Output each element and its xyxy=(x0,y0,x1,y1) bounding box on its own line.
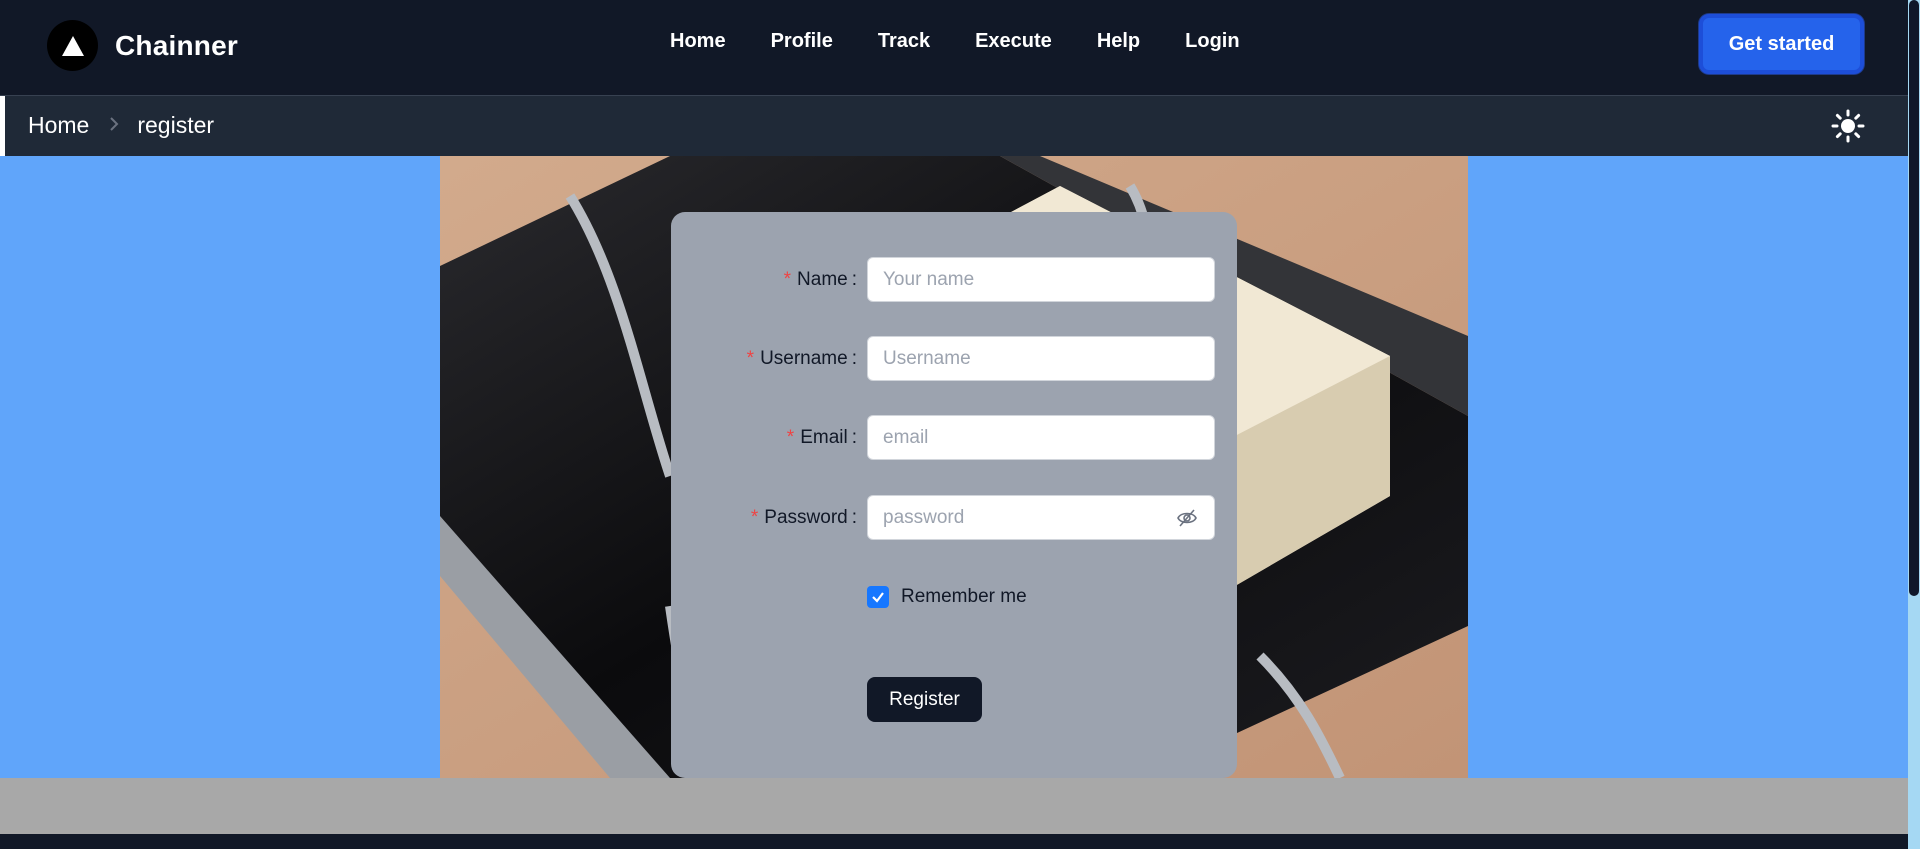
footer-spacer xyxy=(0,778,1908,834)
username-row: * Username: xyxy=(671,336,1237,381)
scrollbar-thumb[interactable] xyxy=(1909,0,1919,596)
password-input[interactable] xyxy=(867,495,1215,540)
nav-profile[interactable]: Profile xyxy=(771,30,833,53)
email-input[interactable] xyxy=(867,415,1215,460)
nav-track[interactable]: Track xyxy=(878,30,930,53)
check-icon[interactable] xyxy=(867,586,889,608)
name-label-text: Name xyxy=(797,269,848,290)
breadcrumb: Home register xyxy=(28,112,214,139)
email-label: * Email: xyxy=(786,427,857,448)
breadcrumb-home[interactable]: Home xyxy=(28,112,89,139)
email-label-text: Email xyxy=(800,427,848,448)
chevron-right-icon xyxy=(109,115,119,136)
name-label: * Name: xyxy=(783,269,857,290)
name-row: * Name: xyxy=(671,257,1237,302)
username-label-text: Username xyxy=(760,348,848,369)
name-input[interactable] xyxy=(867,257,1215,302)
password-label: * Password: xyxy=(750,507,857,528)
username-input[interactable] xyxy=(867,336,1215,381)
nav-help[interactable]: Help xyxy=(1097,30,1140,53)
required-mark: * xyxy=(746,348,755,369)
breadcrumb-bar: Home register xyxy=(0,96,1908,156)
password-row: * Password: xyxy=(671,495,1237,540)
nav-login[interactable]: Login xyxy=(1185,30,1239,53)
required-mark: * xyxy=(786,427,795,448)
nav-execute[interactable]: Execute xyxy=(975,30,1052,53)
eye-off-icon[interactable] xyxy=(1176,507,1198,529)
username-label: * Username: xyxy=(746,348,857,369)
register-form: *Name: *Username: *Email: *Password: Rem… xyxy=(671,212,1237,778)
register-button[interactable]: Register xyxy=(867,677,982,722)
email-row: * Email: xyxy=(671,415,1237,460)
remember-me-label: Remember me xyxy=(901,586,1027,607)
sun-icon[interactable] xyxy=(1831,109,1865,143)
password-label-text: Password xyxy=(764,507,848,528)
footer xyxy=(0,834,1908,849)
required-mark: * xyxy=(783,269,792,290)
required-mark: * xyxy=(750,507,759,528)
triangle-logo-icon xyxy=(47,20,98,71)
get-started-button[interactable]: Get started xyxy=(1699,14,1864,74)
nav-home[interactable]: Home xyxy=(670,30,726,53)
top-navbar: Chainner Home Profile Track Execute Help… xyxy=(0,0,1908,96)
brand-name: Chainner xyxy=(115,29,238,61)
breadcrumb-current: register xyxy=(137,112,215,138)
main-nav: Home Profile Track Execute Help Login xyxy=(670,30,1240,53)
remember-me-checkbox[interactable]: Remember me xyxy=(867,586,1027,608)
brand[interactable]: Chainner xyxy=(47,20,238,71)
